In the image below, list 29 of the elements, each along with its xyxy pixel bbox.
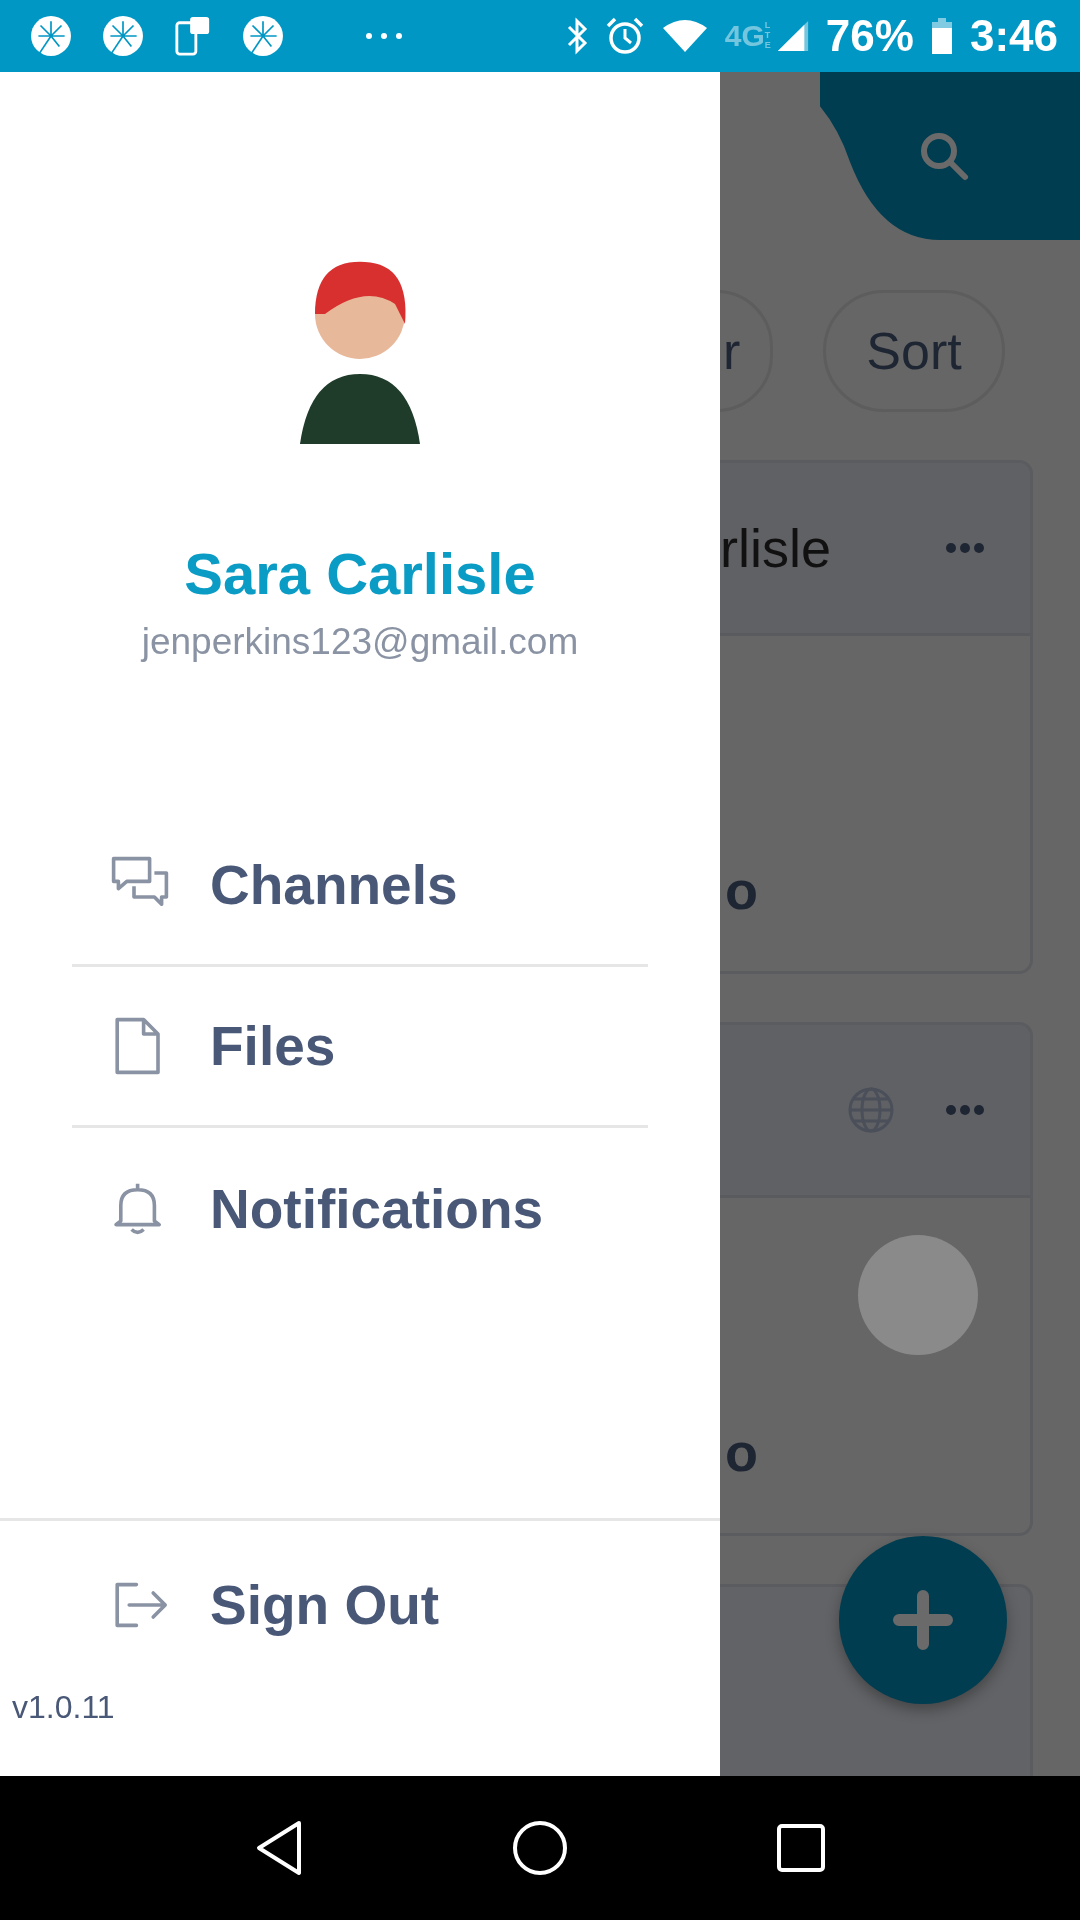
card-text: o: [725, 1421, 758, 1483]
network-type: 4G: [724, 21, 765, 51]
dandelion-icon: [30, 15, 72, 57]
dandelion-icon: [242, 15, 284, 57]
plus-icon: [893, 1590, 953, 1650]
back-icon[interactable]: [254, 1820, 304, 1876]
card-text: o: [725, 859, 758, 921]
version-label: v1.0.11: [11, 1689, 116, 1727]
more-options-icon[interactable]: [945, 1104, 985, 1116]
user-name: Sara Carlisle: [184, 540, 536, 607]
signal-icon: [775, 19, 810, 53]
user-email: jenperkins123@gmail.com: [141, 621, 579, 663]
more-options-icon[interactable]: [945, 542, 985, 554]
menu-item[interactable]: Files: [72, 967, 648, 1128]
alarm-clock-icon: [604, 16, 645, 56]
clock-time: 3:46: [969, 11, 1058, 61]
battery-icon: [929, 16, 954, 56]
recents-icon[interactable]: [776, 1823, 826, 1873]
sign-out-item[interactable]: Sign Out: [72, 1521, 720, 1689]
more-dots-icon: [364, 31, 404, 41]
network-subtype: LTE: [764, 21, 772, 51]
id-phone-icon: [174, 15, 212, 57]
home-icon[interactable]: [512, 1820, 568, 1876]
wifi-icon: [660, 18, 709, 54]
dandelion-icon: [102, 15, 144, 57]
menu-item[interactable]: Channels: [72, 806, 648, 967]
menu-item[interactable]: Notifications: [72, 1128, 648, 1289]
battery-percent: 76%: [825, 11, 914, 61]
card-title: rlisle: [720, 517, 831, 579]
